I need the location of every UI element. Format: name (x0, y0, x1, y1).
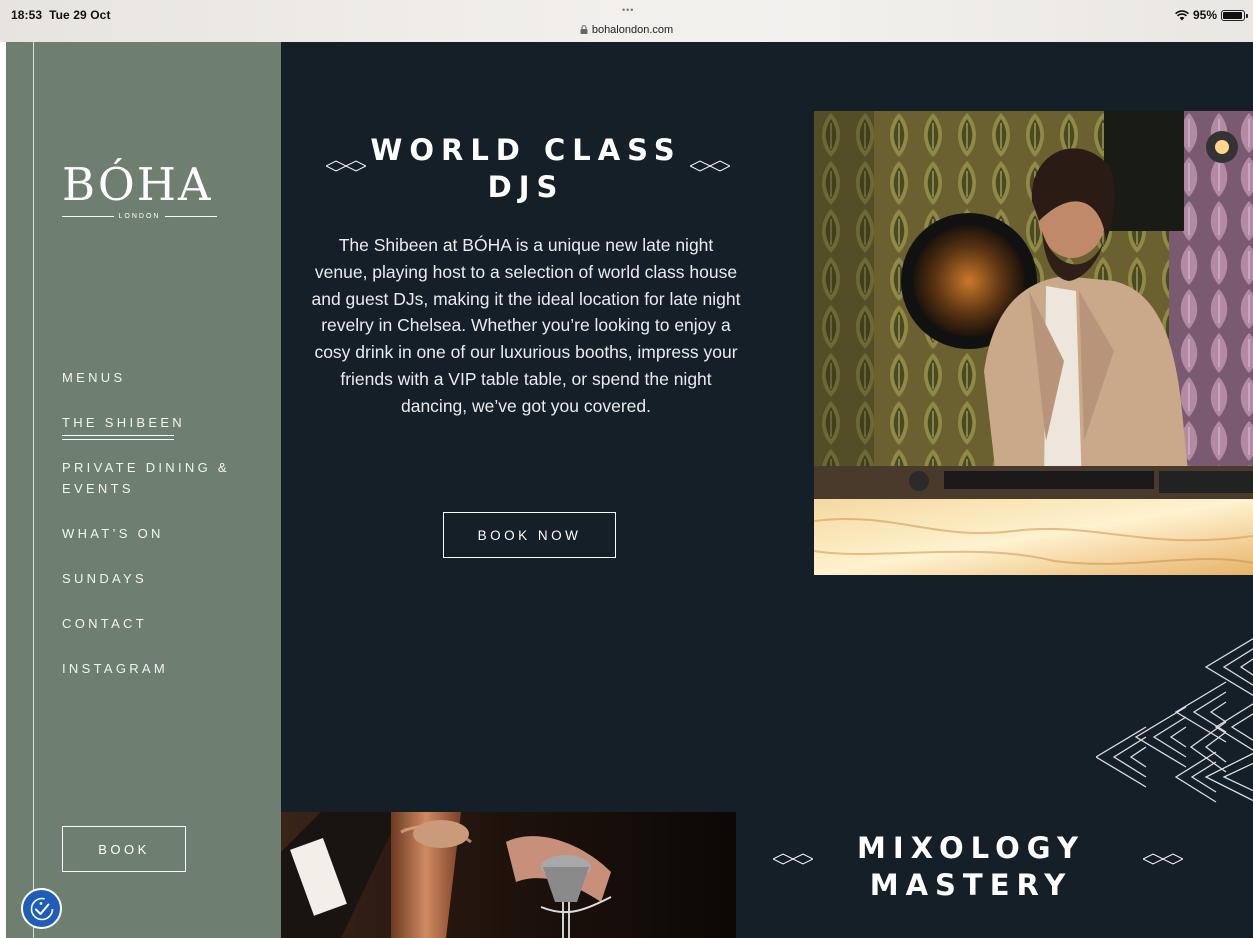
book-now-button[interactable]: BOOK NOW (443, 512, 616, 558)
page: BÓHA LONDON MENUS THE SHIBEEN PRIVATE DI… (6, 42, 1253, 938)
nav-item-menus[interactable]: MENUS (62, 367, 125, 388)
book-button[interactable]: BOOK (62, 826, 186, 872)
nav-item-whats-on[interactable]: WHAT’S ON (62, 523, 164, 544)
active-underline (62, 435, 174, 440)
diamond-ornament-left-icon (773, 853, 813, 865)
battery-icon (1221, 9, 1248, 21)
battery-percent: 95% (1192, 8, 1217, 22)
mixology-image (281, 812, 736, 938)
nav-item-the-shibeen[interactable]: THE SHIBEEN (62, 412, 185, 440)
mixology-photo (281, 812, 736, 938)
nav-item-label: THE SHIBEEN (62, 415, 185, 430)
nav-item-label-line2: EVENTS (62, 481, 134, 496)
boha-logo[interactable]: BÓHA LONDON (62, 160, 222, 220)
logo-subtitle: LONDON (62, 213, 218, 220)
mixology-heading: MIXOLOGY MASTERY (761, 830, 1181, 904)
chevron-pattern-decoration (1096, 638, 1253, 803)
accessibility-button[interactable] (21, 888, 62, 929)
nav-item-private-dining[interactable]: PRIVATE DINING & EVENTS (62, 457, 230, 499)
hero-heading-line1: WORLD CLASS (370, 133, 682, 167)
sidebar-rule (33, 42, 34, 938)
nav-item-label: PRIVATE DINING & (62, 460, 230, 475)
sidebar: BÓHA LONDON MENUS THE SHIBEEN PRIVATE DI… (6, 42, 281, 938)
hero-heading-line2: DJS (487, 170, 565, 204)
hero-description: The Shibeen at BÓHA is a unique new late… (311, 235, 741, 416)
logo-subtitle-text: LONDON (118, 213, 161, 220)
wifi-icon (1175, 9, 1189, 20)
status-time: 18:53 Tue 29 Oct (11, 8, 111, 22)
diamond-ornament-right-icon (690, 160, 730, 172)
dj-photo (814, 111, 1253, 575)
clock-time: 18:53 (11, 8, 43, 22)
mixology-title-block: MIXOLOGY MASTERY (761, 830, 1183, 904)
nav-item-contact[interactable]: CONTACT (62, 613, 147, 634)
hero-section: WORLD CLASS DJS The Shibeen at BÓHA is a… (281, 42, 1253, 938)
mixology-heading-line1: MIXOLOGY (857, 831, 1085, 865)
address-bar[interactable]: bohalondon.com (0, 24, 1253, 36)
title-block: WORLD CLASS DJS (321, 132, 731, 206)
lock-icon (580, 25, 588, 34)
mixology-heading-line2: MASTERY (869, 868, 1073, 902)
diamond-ornament-right-icon (1143, 853, 1183, 865)
nav-item-sundays[interactable]: SUNDAYS (62, 568, 147, 589)
url-text: bohalondon.com (591, 24, 674, 36)
dj-image (814, 111, 1253, 575)
accessibility-icon (30, 897, 53, 920)
status-bar: 18:53 Tue 29 Oct ••• bohalondon.com 95% (0, 0, 1253, 42)
status-indicators: 95% (1175, 8, 1248, 22)
diamond-ornament-left-icon (326, 160, 366, 172)
hero-heading: WORLD CLASS DJS (321, 132, 731, 206)
logo-wordmark: BÓHA (62, 158, 213, 211)
nav-item-instagram[interactable]: INSTAGRAM (62, 658, 168, 679)
clock-date: Tue 29 Oct (49, 8, 111, 22)
multitasking-dots-icon[interactable]: ••• (622, 5, 634, 15)
